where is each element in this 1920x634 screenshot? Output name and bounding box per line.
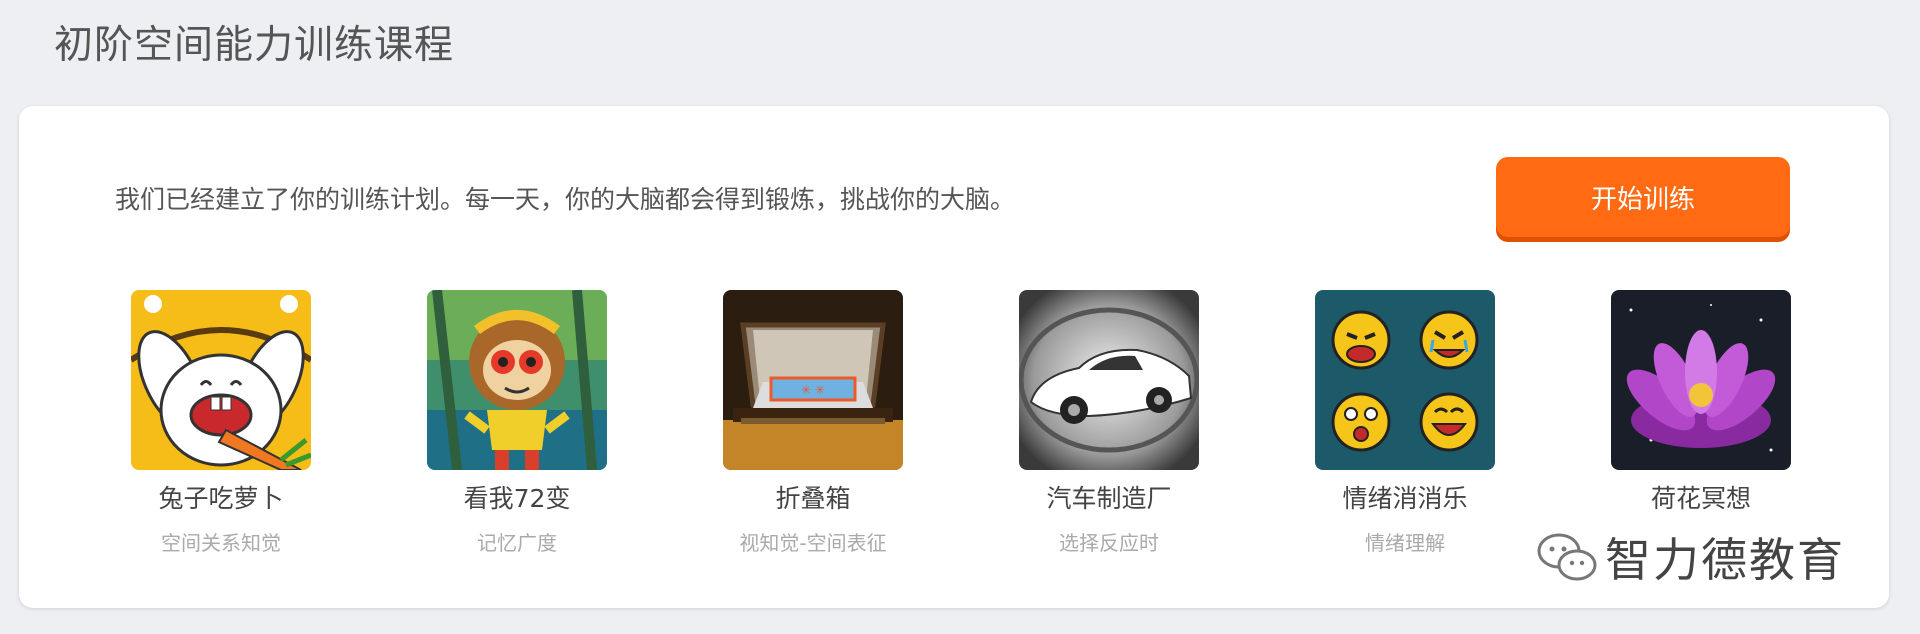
game-category: 空间关系知觉 [161, 531, 281, 555]
start-training-button[interactable]: 开始训练 [1496, 157, 1790, 237]
lotus-icon[interactable] [1611, 290, 1791, 470]
game-name: 情绪消消乐 [1342, 484, 1468, 513]
game-item-folding-box[interactable]: ✳ ✳ 折叠箱 视知觉-空间表征 [693, 290, 933, 556]
game-item-monkey[interactable]: 看我72变 记忆广度 [397, 290, 637, 556]
game-item-rabbit[interactable]: 兔子吃萝卜 空间关系知觉 [101, 290, 341, 556]
game-item-lotus[interactable]: 荷花冥想 [1581, 290, 1821, 527]
game-item-car-factory[interactable]: 汽车制造厂 选择反应时 [989, 290, 1229, 556]
game-category: 情绪理解 [1365, 531, 1445, 555]
svg-text:✳ ✳: ✳ ✳ [801, 383, 825, 397]
game-category: 视知觉-空间表征 [739, 531, 887, 555]
rabbit-carrot-icon[interactable] [131, 290, 311, 470]
folding-box-icon[interactable]: ✳ ✳ [723, 290, 903, 470]
game-category: 记忆广度 [477, 531, 557, 555]
page-title: 初阶空间能力训练课程 [54, 23, 455, 68]
game-item-emotion[interactable]: 情绪消消乐 情绪理解 [1285, 290, 1525, 556]
game-category: 选择反应时 [1059, 531, 1159, 555]
game-name: 兔子吃萝卜 [158, 484, 284, 513]
emoji-faces-icon[interactable] [1315, 290, 1495, 470]
game-name: 折叠箱 [775, 484, 851, 513]
sports-car-icon[interactable] [1019, 290, 1199, 470]
monkey-king-icon[interactable] [427, 290, 607, 470]
game-name: 荷花冥想 [1650, 484, 1751, 513]
game-name: 看我72变 [463, 484, 571, 513]
plan-intro-text: 我们已经建立了你的训练计划。每一天，你的大脑都会得到锻炼，挑战你的大脑。 [115, 185, 1016, 214]
game-name: 汽车制造厂 [1046, 484, 1172, 513]
chat-bubble-icon [1537, 533, 1597, 581]
watermark-text: 智力德教育 [1605, 533, 1845, 587]
watermark: 智力德教育 [1535, 524, 1845, 590]
